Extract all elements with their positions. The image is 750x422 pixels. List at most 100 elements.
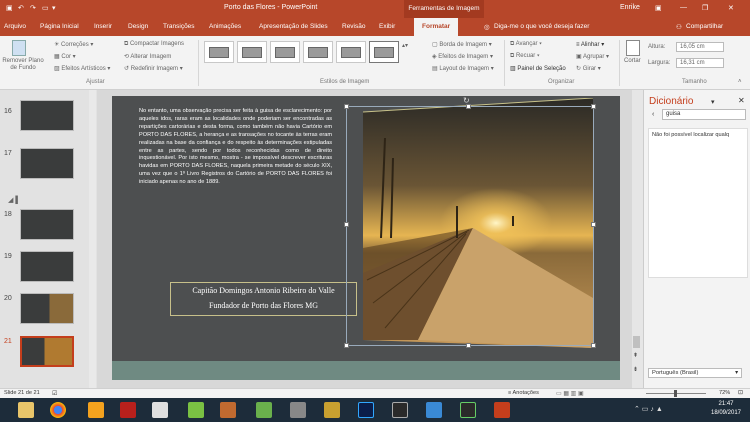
send-backward-button[interactable]: ⧉ Recuar ▾ <box>510 53 539 60</box>
view-buttons-icon[interactable]: ▭ ▦ ▥ ▣ <box>556 390 584 397</box>
tell-me-input[interactable]: Diga-me o que você deseja fazer <box>494 23 589 30</box>
minimize-icon[interactable]: — <box>680 4 687 11</box>
dictionary-search-input[interactable]: guisa <box>662 109 746 120</box>
ribbon-display-icon[interactable]: ▣ <box>655 4 662 12</box>
compress-images-button[interactable]: ⧉ Compactar Imagens <box>124 41 184 48</box>
slide-thumbnail-16[interactable] <box>20 100 74 131</box>
styles-more-icon[interactable]: ▴▾ <box>402 42 408 49</box>
tab-transicoes[interactable]: Transições <box>163 23 195 30</box>
resize-handle[interactable] <box>344 343 349 348</box>
tab-design[interactable]: Design <box>128 23 148 30</box>
slide-thumbnail-21[interactable] <box>20 336 74 367</box>
group-button[interactable]: ▣ Agrupar ▾ <box>576 53 609 60</box>
bring-forward-button[interactable]: ⧉ Avançar ▾ <box>510 41 542 48</box>
spellcheck-icon[interactable]: ☑ <box>52 390 57 397</box>
tab-formatar[interactable]: Formatar <box>414 18 459 36</box>
slide-thumbnail-19[interactable] <box>20 251 74 282</box>
avast-icon[interactable] <box>88 402 104 418</box>
resize-handle[interactable] <box>466 343 471 348</box>
resize-handle[interactable] <box>591 343 596 348</box>
restore-icon[interactable]: ❐ <box>702 4 708 12</box>
slide-body-text[interactable]: No entanto, uma observação precisa ser f… <box>139 108 332 228</box>
resize-handle[interactable] <box>344 104 349 109</box>
close-icon[interactable]: ✕ <box>728 4 734 12</box>
redo-icon[interactable]: ↷ <box>30 4 36 12</box>
app-orange-icon[interactable] <box>220 402 236 418</box>
app-film-icon[interactable] <box>392 402 408 418</box>
image-style-6[interactable] <box>369 41 399 63</box>
image-style-1[interactable] <box>204 41 234 63</box>
image-border-button[interactable]: ▢ Borda de Imagem ▾ <box>432 41 492 48</box>
next-slide-icon[interactable]: ⇟ <box>633 366 638 373</box>
remove-background-button[interactable]: Remover Plano de Fundo <box>2 58 44 72</box>
language-select[interactable]: Português (Brasil) ▾ <box>648 368 742 378</box>
rotate-handle-icon[interactable]: ↻ <box>463 96 470 105</box>
zoom-level[interactable]: 72% <box>719 390 730 396</box>
tab-animacoes[interactable]: Animações <box>209 23 241 30</box>
app-blue-icon[interactable] <box>426 402 442 418</box>
zoom-slider-thumb[interactable] <box>674 390 677 397</box>
resize-handle[interactable] <box>591 104 596 109</box>
section-marker-icon[interactable]: ◢ ▌ <box>8 196 20 204</box>
user-name[interactable]: Enrike <box>620 4 640 11</box>
photoshop-icon[interactable] <box>358 402 374 418</box>
save-icon[interactable]: ▣ <box>6 4 13 12</box>
tab-inserir[interactable]: Inserir <box>94 23 112 30</box>
slide-thumbnail-17[interactable] <box>20 148 74 179</box>
undo-icon[interactable]: ↶ <box>18 4 24 12</box>
color-button[interactable]: ▦ Cor ▾ <box>54 53 76 60</box>
prev-slide-icon[interactable]: ⇞ <box>633 352 638 359</box>
share-button[interactable]: Compartilhar <box>686 23 723 30</box>
notes-button[interactable]: ≡ Anotações <box>508 390 539 396</box>
slide-thumbnail-20[interactable] <box>20 293 74 324</box>
pane-close-icon[interactable]: ✕ <box>738 96 745 105</box>
app-grey-icon[interactable] <box>152 402 168 418</box>
image-style-2[interactable] <box>237 41 267 63</box>
quick-access-more-icon[interactable]: ▾ <box>52 4 56 12</box>
align-button[interactable]: ≡ Alinhar ▾ <box>576 41 604 48</box>
powerpoint-icon[interactable] <box>494 402 510 418</box>
artistic-effects-button[interactable]: ▨ Efeitos Artísticos ▾ <box>54 65 110 72</box>
tab-pagina-inicial[interactable]: Página Inicial <box>40 23 79 30</box>
tab-arquivo[interactable]: Arquivo <box>4 23 26 30</box>
resize-handle[interactable] <box>344 222 349 227</box>
width-input[interactable]: 16,31 cm <box>676 58 724 68</box>
rotate-button[interactable]: ↻ Girar ▾ <box>576 65 601 72</box>
tab-exibir[interactable]: Exibir <box>379 23 395 30</box>
scroll-thumb[interactable] <box>633 336 640 348</box>
app-dark-icon[interactable] <box>290 402 306 418</box>
fit-slide-icon[interactable]: ⊡ <box>738 389 743 396</box>
change-image-button[interactable]: ⟲ Alterar Imagem <box>124 53 171 60</box>
system-tray-icons[interactable]: ⌃ ▭ ♪ ▲ <box>634 405 663 413</box>
slide-caption-box[interactable]: Capitão Domingos Antonio Ribeiro do Vall… <box>170 282 357 316</box>
image-layout-button[interactable]: ▤ Layout de Imagem ▾ <box>432 65 494 72</box>
thumbnail-scrollbar[interactable] <box>89 90 96 388</box>
app-green-icon[interactable] <box>188 402 204 418</box>
crop-button[interactable]: Cortar <box>624 58 641 64</box>
selection-pane-button[interactable]: ▥ Painel de Seleção <box>510 65 566 72</box>
sunset-boardwalk-image[interactable] <box>363 98 593 348</box>
canvas-scrollbar[interactable]: ⇞ ⇟ <box>632 90 642 388</box>
resize-handle[interactable] <box>591 222 596 227</box>
app-red-icon[interactable] <box>120 402 136 418</box>
corrections-button[interactable]: ☀ Correções ▾ <box>54 41 93 48</box>
file-explorer-icon[interactable] <box>18 402 34 418</box>
divider <box>619 40 620 86</box>
reset-image-button[interactable]: ↺ Redefinir Imagem ▾ <box>124 65 183 72</box>
pane-back-icon[interactable]: ‹ <box>652 111 654 118</box>
app-gold-icon[interactable] <box>324 402 340 418</box>
image-style-3[interactable] <box>270 41 300 63</box>
tab-revisao[interactable]: Revisão <box>342 23 365 30</box>
image-effects-button[interactable]: ◈ Efeitos de Imagem ▾ <box>432 53 493 60</box>
app-green-star-icon[interactable] <box>460 402 476 418</box>
image-style-4[interactable] <box>303 41 333 63</box>
slide-thumbnail-18[interactable] <box>20 209 74 240</box>
utorrent-icon[interactable] <box>256 402 272 418</box>
collapse-ribbon-icon[interactable]: ˄ <box>738 79 742 85</box>
pane-options-icon[interactable]: ▾ <box>711 98 715 106</box>
chrome-icon[interactable] <box>50 402 66 418</box>
image-style-5[interactable] <box>336 41 366 63</box>
tab-apresentacao[interactable]: Apresentação de Slides <box>259 23 328 30</box>
present-icon[interactable]: ▭ <box>42 4 49 12</box>
height-input[interactable]: 16,05 cm <box>676 42 724 52</box>
